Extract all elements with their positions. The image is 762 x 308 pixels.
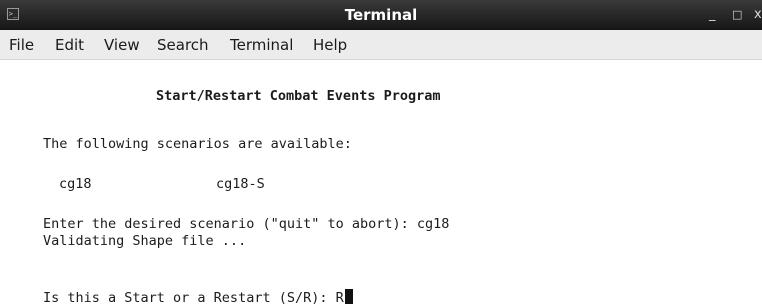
maximize-icon[interactable]: □ bbox=[732, 0, 742, 30]
terminal-output[interactable]: Start/Restart Combat Events Program The … bbox=[0, 60, 762, 308]
text-cursor bbox=[344, 289, 353, 304]
scenario-entry-line: Enter the desired scenario ("quit" to ab… bbox=[43, 216, 450, 232]
close-icon[interactable]: x bbox=[754, 0, 762, 30]
menu-edit[interactable]: Edit bbox=[55, 30, 84, 60]
scenarios-intro-text: The following scenarios are available: bbox=[43, 136, 352, 152]
title-bar[interactable]: >_ Terminal _ □ x bbox=[0, 0, 762, 30]
minimize-icon[interactable]: _ bbox=[709, 0, 716, 30]
menu-help[interactable]: Help bbox=[313, 30, 347, 60]
program-heading: Start/Restart Combat Events Program bbox=[156, 88, 441, 104]
menu-terminal[interactable]: Terminal bbox=[230, 30, 293, 60]
terminal-window: >_ Terminal _ □ x File Edit View Search … bbox=[0, 0, 762, 308]
scenario-option: cg18 bbox=[59, 176, 92, 192]
scenario-option: cg18-S bbox=[216, 176, 265, 192]
menu-bar: File Edit View Search Terminal Help bbox=[0, 30, 762, 60]
menu-file[interactable]: File bbox=[9, 30, 34, 60]
validating-status-text: Validating Shape file ... bbox=[43, 233, 247, 249]
window-title: Terminal bbox=[344, 6, 418, 24]
menu-view[interactable]: View bbox=[104, 30, 140, 60]
menu-search[interactable]: Search bbox=[157, 30, 209, 60]
start-restart-prompt: Is this a Start or a Restart (S/R): R bbox=[43, 290, 344, 306]
start-restart-prompt-line[interactable]: Is this a Start or a Restart (S/R): R bbox=[43, 289, 353, 306]
